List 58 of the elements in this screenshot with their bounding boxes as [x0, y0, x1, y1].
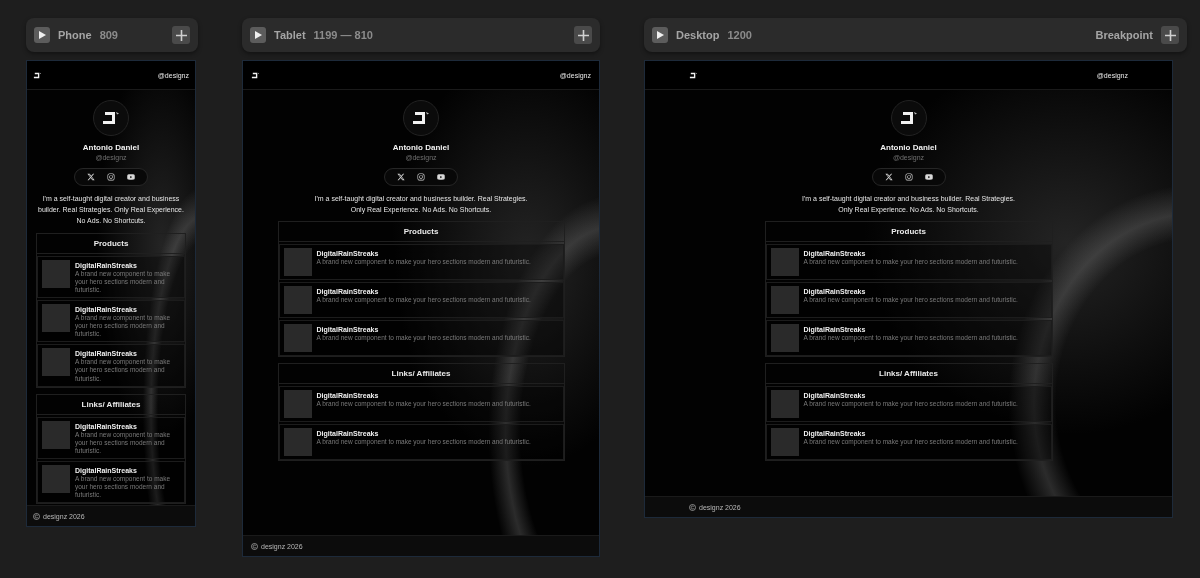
- x-icon[interactable]: [884, 173, 893, 181]
- video-play-icon[interactable]: [127, 173, 135, 181]
- logo-icon: [33, 70, 42, 80]
- thumbnail-placeholder: [42, 465, 70, 494]
- thumbnail-placeholder: [42, 420, 70, 449]
- logo-icon: [251, 70, 260, 80]
- play-button[interactable]: [652, 27, 668, 43]
- play-icon: [656, 31, 664, 39]
- add-button[interactable]: [172, 26, 190, 44]
- thumbnail-placeholder: [770, 324, 799, 353]
- thumbnail-placeholder: [770, 286, 799, 315]
- thumbnail-placeholder: [42, 348, 70, 377]
- thumbnail-placeholder: [770, 390, 799, 419]
- profile-name: Antonio Daniel: [392, 143, 450, 152]
- frame-name: Desktop: [676, 29, 720, 41]
- add-button[interactable]: [574, 26, 592, 44]
- section-title: Links/ Affiliates: [765, 364, 1052, 385]
- thumbnail-placeholder: [42, 303, 70, 332]
- play-icon: [254, 31, 262, 39]
- thumbnail-placeholder: [42, 259, 70, 288]
- video-play-icon[interactable]: [437, 173, 445, 181]
- section-title: Products: [37, 233, 185, 254]
- frame-size: 1200: [727, 29, 752, 41]
- frame-size: 809: [99, 29, 118, 41]
- play-icon: [38, 31, 46, 39]
- play-button[interactable]: [250, 27, 266, 43]
- frame-name: Phone: [58, 29, 92, 41]
- frame-name: Tablet: [274, 29, 306, 41]
- camera-icon[interactable]: [107, 173, 115, 181]
- section-title: Links/ Affiliates: [37, 394, 185, 415]
- camera-icon[interactable]: [417, 173, 425, 181]
- x-icon[interactable]: [87, 173, 95, 181]
- add-button[interactable]: [1161, 26, 1179, 44]
- plus-icon: [577, 29, 589, 41]
- section-title: Products: [765, 222, 1052, 243]
- copyright-icon: [689, 503, 696, 511]
- play-button[interactable]: [34, 27, 50, 43]
- thumbnail-placeholder: [770, 248, 799, 277]
- section-title: Products: [278, 222, 564, 243]
- thumbnail-placeholder: [283, 324, 312, 353]
- thumbnail-placeholder: [283, 390, 312, 419]
- copyright-icon: [33, 512, 40, 520]
- thumbnail-placeholder: [283, 248, 312, 277]
- logo-icon: [689, 70, 698, 80]
- copyright-icon: [251, 542, 258, 550]
- thumbnail-placeholder: [283, 286, 312, 315]
- profile-name: Antonio Daniel: [880, 143, 937, 152]
- video-play-icon[interactable]: [924, 173, 933, 181]
- section-title: Links/ Affiliates: [278, 364, 564, 385]
- profile-name: Antonio Daniel: [82, 143, 140, 152]
- frame-size: 1199 — 810: [313, 29, 373, 41]
- thumbnail-placeholder: [770, 428, 799, 457]
- breakpoint-label: Breakpoint: [1095, 29, 1153, 41]
- plus-icon: [1164, 29, 1176, 41]
- plus-icon: [175, 29, 187, 41]
- thumbnail-placeholder: [283, 428, 312, 457]
- camera-icon[interactable]: [904, 173, 913, 181]
- x-icon[interactable]: [397, 173, 405, 181]
